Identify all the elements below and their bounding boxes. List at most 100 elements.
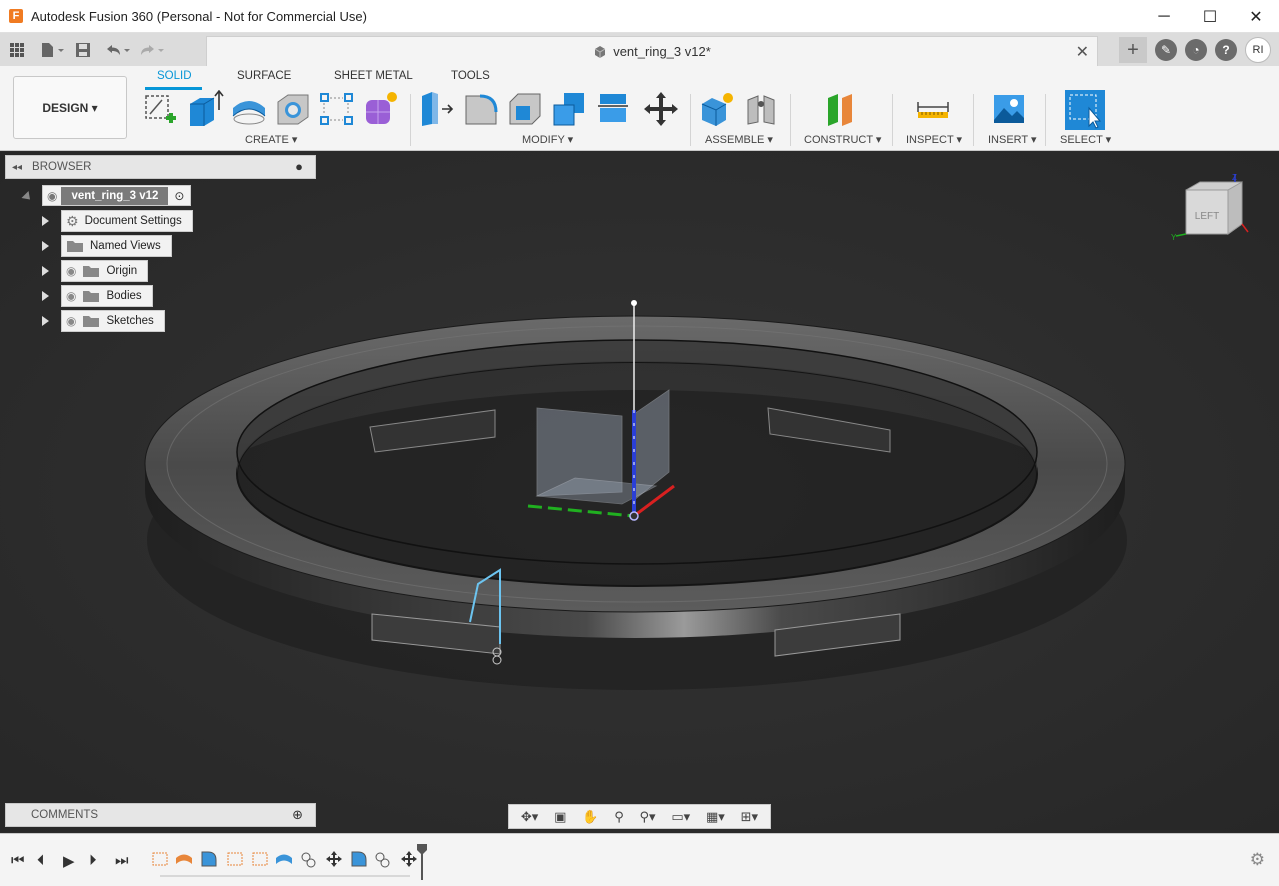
help-icon[interactable]: ? xyxy=(1215,39,1237,61)
timeline-revolve-feature xyxy=(276,854,292,864)
separator xyxy=(892,94,893,146)
modify-menu[interactable]: MODIFY ▾ xyxy=(522,133,573,146)
construct-menu[interactable]: CONSTRUCT ▾ xyxy=(804,133,881,146)
select-icon[interactable] xyxy=(1065,90,1105,130)
tab-sheet-metal[interactable]: SHEET METAL xyxy=(334,70,413,82)
visibility-eye-icon[interactable]: ◉ xyxy=(66,264,76,278)
data-panel-grid-icon[interactable] xyxy=(4,38,30,62)
add-comment-icon[interactable]: ⊕ xyxy=(292,807,303,823)
minimize-button[interactable]: ─ xyxy=(1141,0,1187,33)
undo-icon[interactable] xyxy=(100,38,134,62)
shell-icon[interactable] xyxy=(506,90,544,128)
browser-item-origin[interactable]: ◉ Origin xyxy=(61,260,149,282)
collapse-browser-icon[interactable]: ◂◂ xyxy=(12,162,22,173)
expand-arrow-icon[interactable] xyxy=(42,291,49,301)
folder-icon xyxy=(83,266,100,277)
z-axis-endpoint[interactable] xyxy=(631,300,637,306)
timeline-settings-gear-icon[interactable]: ⚙ xyxy=(1250,850,1265,870)
expand-arrow-icon[interactable] xyxy=(42,216,49,226)
timeline-fillet-feature xyxy=(201,851,217,867)
look-at-icon[interactable]: ▣ xyxy=(554,809,566,825)
origin-point[interactable] xyxy=(629,511,639,521)
new-tab-button[interactable]: + xyxy=(1119,37,1147,63)
browser-minimize-icon[interactable]: ● xyxy=(295,159,303,174)
extensions-icon[interactable]: ✎ xyxy=(1155,39,1177,61)
assemble-menu[interactable]: ASSEMBLE ▾ xyxy=(705,133,773,146)
job-status-icon[interactable]: ◔ xyxy=(1185,39,1207,61)
maximize-button[interactable]: ☐ xyxy=(1187,0,1233,33)
create-menu[interactable]: CREATE ▾ xyxy=(245,133,297,146)
timeline-features[interactable] xyxy=(150,846,425,882)
display-settings-icon[interactable]: ▭▾ xyxy=(671,809,690,825)
document-tab[interactable]: vent_ring_3 v12* ✕ xyxy=(206,36,1098,66)
timeline-joint-feature xyxy=(301,852,316,868)
new-component-icon[interactable] xyxy=(698,90,736,128)
split-body-icon[interactable] xyxy=(594,90,632,128)
close-tab-icon[interactable]: ✕ xyxy=(1076,42,1089,62)
measure-icon[interactable] xyxy=(914,90,952,128)
3d-viewport[interactable] xyxy=(0,152,1279,832)
browser-root-node[interactable]: ◉ vent_ring_3 v12 ⊙ xyxy=(42,185,192,206)
workspace-switcher[interactable]: DESIGN ▾ xyxy=(13,76,127,139)
visibility-eye-icon[interactable]: ◉ xyxy=(47,189,57,203)
browser-item-named-views[interactable]: Named Views xyxy=(61,235,172,257)
expand-arrow-icon[interactable] xyxy=(42,266,49,276)
browser-title: BROWSER xyxy=(32,161,92,173)
expand-arrow-icon[interactable] xyxy=(42,316,49,326)
grid-settings-icon[interactable]: ▦▾ xyxy=(706,809,725,825)
separator xyxy=(790,94,791,146)
extrude-icon[interactable] xyxy=(186,90,224,128)
browser-item-label: Origin xyxy=(106,265,138,277)
view-cube-y-label: Y xyxy=(1171,233,1177,242)
step-back-icon[interactable]: ⏴ xyxy=(37,852,45,869)
go-to-start-icon[interactable]: ⏮ xyxy=(11,852,25,869)
view-cube-z-label: Z xyxy=(1232,173,1237,182)
go-to-end-icon[interactable]: ⏭ xyxy=(115,852,129,869)
visibility-eye-icon[interactable]: ◉ xyxy=(66,314,76,328)
insert-menu[interactable]: INSERT ▾ xyxy=(988,133,1037,146)
document-tab-title: vent_ring_3 v12* xyxy=(613,44,711,59)
fit-zoom-icon[interactable]: ⚲▾ xyxy=(640,809,656,825)
file-menu-icon[interactable] xyxy=(36,38,70,62)
zoom-icon[interactable]: ⚲ xyxy=(614,809,624,825)
user-avatar[interactable]: RI xyxy=(1245,37,1271,63)
step-forward-icon[interactable]: ⏵ xyxy=(89,852,97,869)
browser-item-label: Sketches xyxy=(106,315,154,327)
pattern-icon[interactable] xyxy=(318,90,356,128)
visibility-eye-icon[interactable]: ◉ xyxy=(66,289,76,303)
revolve-icon[interactable] xyxy=(230,90,268,128)
browser-header[interactable]: ◂◂ BROWSER ● xyxy=(5,155,316,179)
component-icon xyxy=(594,45,606,58)
viewports-icon[interactable]: ⊞▾ xyxy=(741,809,758,825)
move-copy-icon[interactable] xyxy=(642,90,680,128)
tab-solid[interactable]: SOLID xyxy=(157,70,192,82)
combine-icon[interactable] xyxy=(550,90,588,128)
create-sketch-icon[interactable] xyxy=(142,90,180,128)
offset-plane-icon[interactable] xyxy=(822,90,860,128)
save-icon[interactable] xyxy=(70,38,96,62)
select-menu[interactable]: SELECT ▾ xyxy=(1060,133,1111,146)
press-pull-icon[interactable] xyxy=(418,90,456,128)
close-button[interactable]: ✕ xyxy=(1233,0,1279,33)
fillet-icon[interactable] xyxy=(462,90,500,128)
comments-panel-header[interactable]: COMMENTS ⊕ xyxy=(5,803,316,827)
timeline-marker[interactable] xyxy=(416,842,428,882)
browser-item-sketches[interactable]: ◉ Sketches xyxy=(61,310,165,332)
view-cube[interactable]: LEFT Z Y xyxy=(1170,172,1250,252)
activate-radio-icon[interactable]: ⊙ xyxy=(174,189,184,203)
browser-item-document-settings[interactable]: ⚙ Document Settings xyxy=(61,210,193,232)
inspect-menu[interactable]: INSPECT ▾ xyxy=(906,133,962,146)
hole-icon[interactable] xyxy=(274,90,312,128)
pan-hand-icon[interactable]: ✋ xyxy=(582,809,598,825)
redo-icon[interactable] xyxy=(134,38,168,62)
joint-icon[interactable] xyxy=(742,90,780,128)
tab-tools[interactable]: TOOLS xyxy=(451,70,490,82)
create-form-icon[interactable] xyxy=(362,90,400,128)
insert-image-icon[interactable] xyxy=(990,90,1028,128)
expand-arrow-icon[interactable] xyxy=(42,241,49,251)
play-icon[interactable]: ▶ xyxy=(63,852,75,870)
orbit-icon[interactable]: ✥▾ xyxy=(521,809,538,825)
timeline-sketch-feature xyxy=(152,852,168,866)
tab-surface[interactable]: SURFACE xyxy=(237,70,291,82)
browser-item-bodies[interactable]: ◉ Bodies xyxy=(61,285,153,307)
